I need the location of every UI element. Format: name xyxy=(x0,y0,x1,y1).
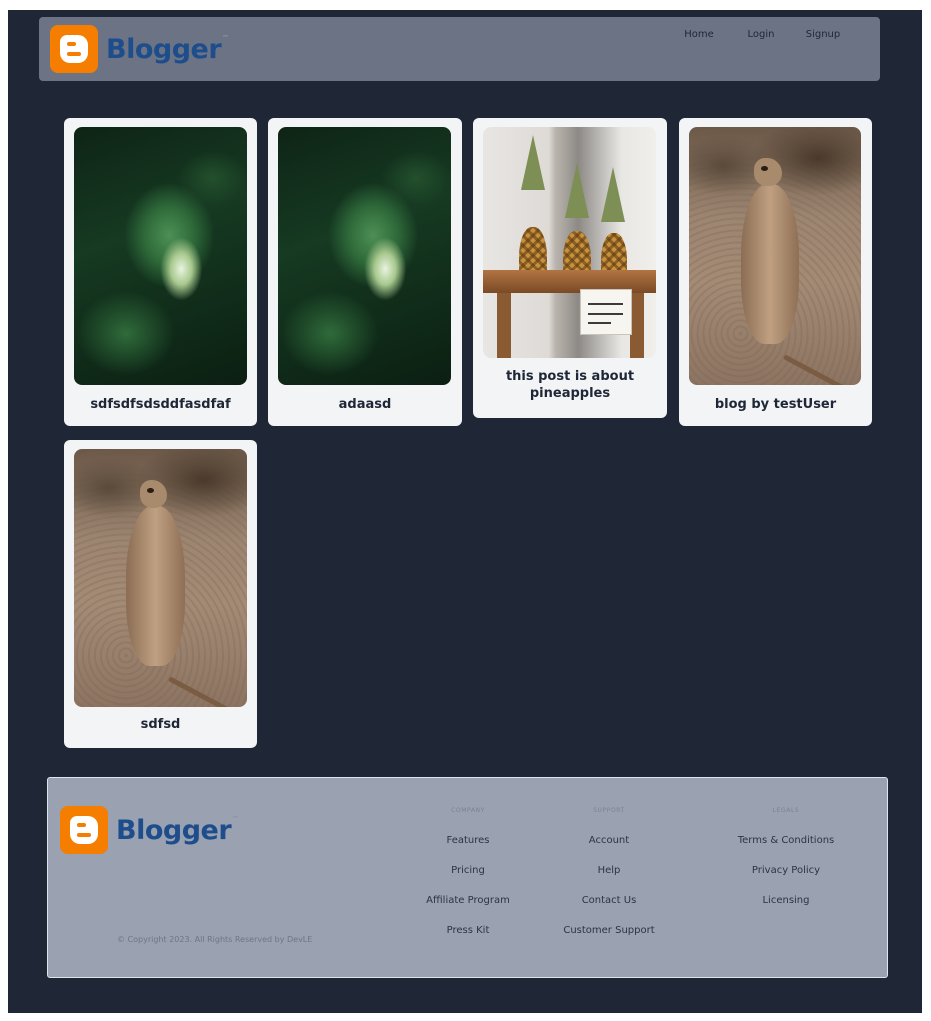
footer-link-pricing[interactable]: Pricing xyxy=(408,865,528,895)
post-title[interactable]: blog by testUser xyxy=(685,396,866,413)
post-title[interactable]: adaasd xyxy=(274,396,456,413)
post-card[interactable]: sdfsd xyxy=(64,440,257,748)
footer-link-help[interactable]: Help xyxy=(549,865,669,895)
site-footer: Blogger™ © Copyright 2023. All Rights Re… xyxy=(47,777,888,978)
footer-heading: COMPANY xyxy=(451,807,485,814)
footer-link-contact-us[interactable]: Contact Us xyxy=(549,895,669,925)
footer-link-account[interactable]: Account xyxy=(549,835,669,865)
logo-wordmark: Blogger™ xyxy=(106,33,229,65)
footer-heading: LEGALS xyxy=(772,807,800,814)
footer-link-licensing[interactable]: Licensing xyxy=(716,895,856,925)
footer-link-affiliate-program[interactable]: Affiliate Program xyxy=(408,895,528,925)
nav-signup-link[interactable]: Signup xyxy=(792,29,854,40)
post-image[interactable] xyxy=(689,127,861,385)
post-card[interactable]: adaasd xyxy=(268,118,462,426)
post-title[interactable]: this post is about pineapples xyxy=(479,368,661,402)
blogger-logo-icon xyxy=(50,25,98,73)
nav-login-link[interactable]: Login xyxy=(730,29,792,40)
footer-column-legals: LEGALS Terms & Conditions Privacy Policy… xyxy=(716,807,856,925)
post-image[interactable] xyxy=(74,449,247,707)
header-logo[interactable]: Blogger™ xyxy=(50,25,229,73)
post-card[interactable]: this post is about pineapples xyxy=(473,118,667,418)
copyright-text: © Copyright 2023. All Rights Reserved by… xyxy=(117,935,313,944)
footer-link-features[interactable]: Features xyxy=(408,835,528,865)
footer-column-support: SUPPORT Account Help Contact Us Customer… xyxy=(549,807,669,955)
footer-link-privacy-policy[interactable]: Privacy Policy xyxy=(716,865,856,895)
footer-link-terms[interactable]: Terms & Conditions xyxy=(716,835,856,865)
post-card[interactable]: sdfsdfsdsddfasdfaf xyxy=(64,118,257,426)
post-title[interactable]: sdfsd xyxy=(70,716,251,733)
footer-logo[interactable]: Blogger™ xyxy=(60,806,239,854)
footer-column-company: COMPANY Features Pricing Affiliate Progr… xyxy=(408,807,528,955)
post-image[interactable] xyxy=(74,127,247,385)
post-card[interactable]: blog by testUser xyxy=(679,118,872,426)
blogger-logo-icon xyxy=(60,806,108,854)
site-header: Blogger™ Home Login Signup xyxy=(39,17,880,81)
main-nav: Home Login Signup xyxy=(668,29,854,40)
footer-heading: SUPPORT xyxy=(593,807,625,814)
post-image[interactable] xyxy=(483,127,656,358)
post-title[interactable]: sdfsdfsdsddfasdfaf xyxy=(70,396,251,413)
logo-wordmark: Blogger™ xyxy=(116,814,239,846)
footer-link-customer-support[interactable]: Customer Support xyxy=(549,925,669,955)
footer-link-press-kit[interactable]: Press Kit xyxy=(408,925,528,955)
post-image[interactable] xyxy=(278,127,451,385)
nav-home-link[interactable]: Home xyxy=(668,29,730,40)
